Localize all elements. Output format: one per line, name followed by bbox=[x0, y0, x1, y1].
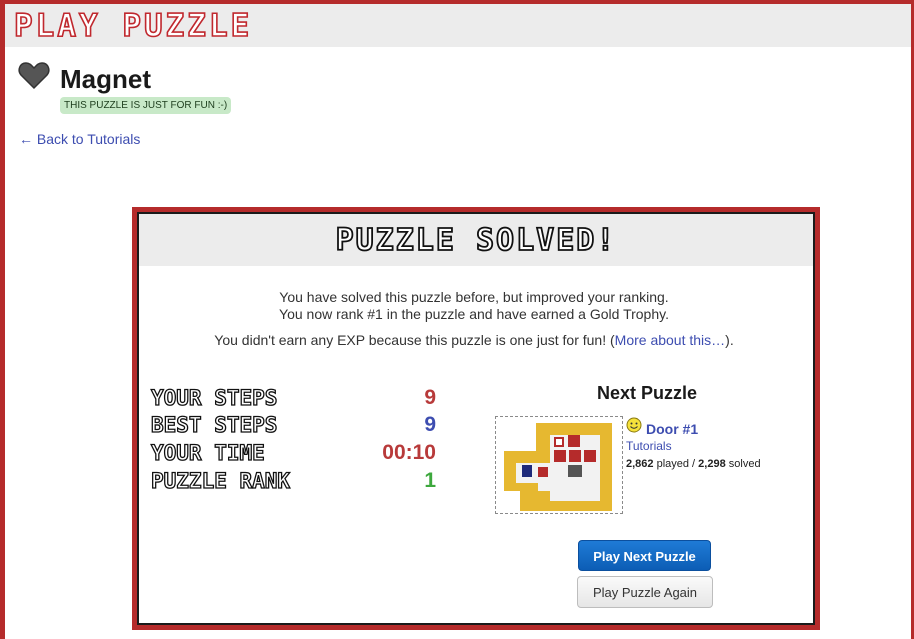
stat-value-puzzle-rank: 1 bbox=[424, 469, 436, 492]
puzzle-preview-image bbox=[496, 417, 622, 513]
dialog-header: PUZZLE SOLVED! bbox=[139, 214, 813, 266]
next-puzzle-heading: Next Puzzle bbox=[596, 383, 698, 403]
stat-label-your-time: YOUR TIME bbox=[150, 440, 265, 465]
fun-badge: THIS PUZZLE IS JUST FOR FUN :-) bbox=[60, 97, 232, 114]
played-suffix: played / bbox=[653, 458, 699, 470]
next-puzzle-thumbnail[interactable] bbox=[495, 416, 623, 514]
played-count: 2,862 bbox=[626, 458, 654, 470]
message-line-1: You have solved this puzzle before, but … bbox=[279, 289, 669, 305]
puzzle-solved-dialog: PUZZLE SOLVED! You have solved this puzz… bbox=[132, 207, 820, 630]
exp-message-end: ). bbox=[725, 332, 734, 348]
smiley-icon bbox=[626, 417, 642, 433]
dialog-title: PUZZLE SOLVED! bbox=[335, 223, 617, 259]
next-puzzle-name-link[interactable]: Door #1 bbox=[646, 421, 698, 438]
page-title: Magnet bbox=[60, 64, 151, 94]
exp-message-text: You didn't earn any EXP because this puz… bbox=[214, 332, 615, 348]
stat-label-best-steps: BEST STEPS bbox=[150, 412, 278, 437]
solved-suffix: solved bbox=[725, 458, 761, 470]
solved-count: 2,298 bbox=[698, 458, 726, 470]
message-line-2: You now rank #1 in the puzzle and have e… bbox=[279, 306, 669, 322]
next-puzzle-category-link[interactable]: Tutorials bbox=[626, 439, 672, 453]
heart-icon[interactable] bbox=[18, 60, 50, 90]
site-logo[interactable]: PLAY PUZZLE bbox=[13, 7, 252, 45]
more-about-link[interactable]: More about this… bbox=[615, 332, 726, 348]
stat-value-best-steps: 9 bbox=[424, 413, 436, 436]
stat-label-puzzle-rank: PUZZLE RANK bbox=[150, 468, 291, 493]
site-header: PLAY PUZZLE bbox=[5, 4, 911, 47]
back-to-tutorials-link[interactable]: ← Back to Tutorials bbox=[19, 130, 140, 148]
stat-value-your-steps: 9 bbox=[424, 386, 436, 409]
play-puzzle-again-button[interactable]: Play Puzzle Again bbox=[577, 576, 713, 608]
stat-value-your-time: 00:10 bbox=[382, 441, 436, 464]
exp-message: You didn't earn any EXP because this puz… bbox=[137, 332, 811, 349]
next-puzzle-stats: 2,862 played / 2,298 solved bbox=[626, 458, 761, 471]
play-next-puzzle-button[interactable]: Play Next Puzzle bbox=[578, 540, 711, 571]
stat-label-your-steps: YOUR STEPS bbox=[150, 385, 278, 410]
